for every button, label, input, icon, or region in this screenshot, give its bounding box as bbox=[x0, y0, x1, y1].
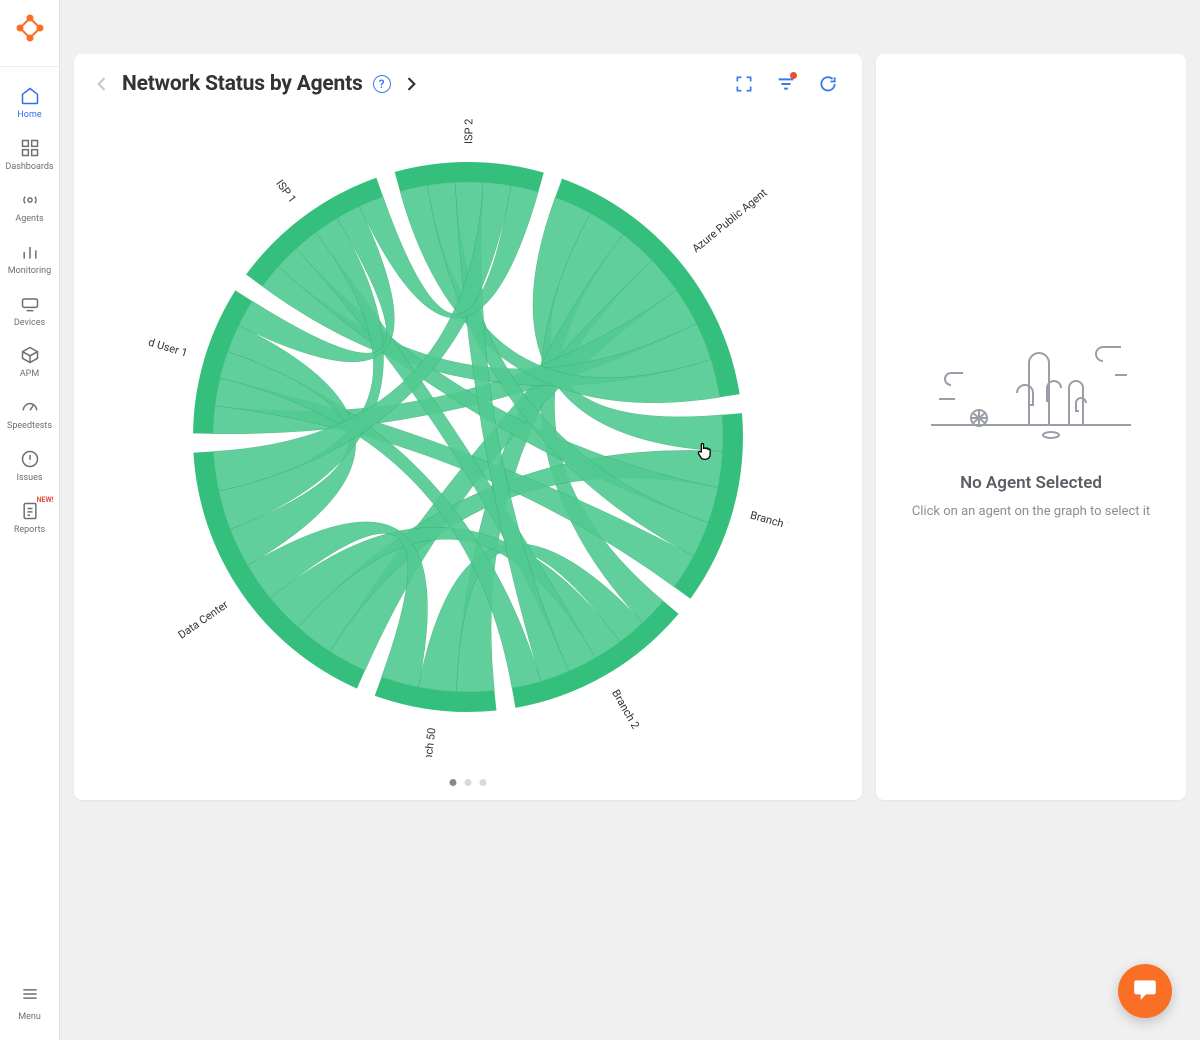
svg-text:Azure Public Agent: Azure Public Agent bbox=[690, 186, 770, 255]
sidebar-item-agents[interactable]: Agents bbox=[0, 181, 60, 233]
cube-icon bbox=[19, 344, 41, 366]
pagination-dots[interactable] bbox=[450, 779, 487, 786]
chord-chart[interactable]: Azure Public Agent Branch 1 Branch 2 Branch… bbox=[74, 104, 862, 770]
menu-button[interactable]: Menu bbox=[0, 972, 60, 1040]
page-dot-3[interactable] bbox=[480, 779, 487, 786]
page-title: Network Status by Agents bbox=[122, 72, 363, 96]
sidebar-item-label: APM bbox=[20, 370, 39, 380]
svg-text:ISP 2: ISP 2 bbox=[462, 119, 475, 144]
svg-text:Branch 50: Branch 50 bbox=[420, 727, 439, 757]
sidebar-item-reports[interactable]: NEW! Reports bbox=[0, 492, 60, 544]
svg-text:ISP 1: ISP 1 bbox=[273, 177, 299, 205]
sidebar-item-apm[interactable]: APM bbox=[0, 336, 60, 388]
sidebar-item-label: Devices bbox=[14, 319, 45, 329]
svg-text:Data Center: Data Center bbox=[176, 598, 231, 642]
help-icon[interactable]: ? bbox=[373, 75, 391, 93]
page-dot-1[interactable] bbox=[450, 779, 457, 786]
sidebar: Home Dashboards Agents Monitoring Device… bbox=[0, 0, 60, 1040]
sidebar-item-label: Dashboards bbox=[5, 163, 53, 173]
filter-button[interactable] bbox=[770, 68, 802, 100]
device-icon bbox=[19, 293, 41, 315]
radio-icon bbox=[19, 189, 41, 211]
empty-state-icon bbox=[931, 333, 1131, 443]
sidebar-item-label: Monitoring bbox=[8, 267, 51, 277]
sidebar-item-label: Agents bbox=[15, 215, 43, 225]
next-button[interactable] bbox=[401, 74, 421, 94]
card-header: Network Status by Agents ? bbox=[74, 54, 862, 106]
empty-state-subtitle: Click on an agent on the graph to select… bbox=[912, 503, 1150, 521]
app-logo-icon bbox=[14, 12, 46, 44]
sidebar-item-speedtests[interactable]: Speedtests bbox=[0, 388, 60, 440]
svg-text:End User 1: End User 1 bbox=[148, 332, 189, 359]
chat-icon bbox=[1132, 976, 1158, 1006]
refresh-button[interactable] bbox=[812, 68, 844, 100]
sidebar-item-label: Speedtests bbox=[7, 422, 52, 432]
sidebar-item-monitoring[interactable]: Monitoring bbox=[0, 233, 60, 285]
page-dot-2[interactable] bbox=[465, 779, 472, 786]
home-icon bbox=[19, 85, 41, 107]
dashboard-icon bbox=[19, 137, 41, 159]
menu-label: Menu bbox=[18, 1012, 41, 1022]
sidebar-item-dashboards[interactable]: Dashboards bbox=[0, 129, 60, 181]
sidebar-item-label: Issues bbox=[16, 474, 42, 484]
chart-card: Network Status by Agents ? Azure bbox=[74, 54, 862, 800]
chat-button[interactable] bbox=[1118, 964, 1172, 1018]
prev-button[interactable] bbox=[92, 74, 112, 94]
svg-text:Branch 1: Branch 1 bbox=[749, 509, 788, 533]
filter-alert-dot bbox=[790, 72, 797, 79]
empty-state-title: No Agent Selected bbox=[960, 473, 1102, 493]
sidebar-item-home[interactable]: Home bbox=[0, 77, 60, 129]
sidebar-item-label: Reports bbox=[14, 526, 45, 536]
new-badge: NEW! bbox=[37, 496, 54, 504]
expand-button[interactable] bbox=[728, 68, 760, 100]
top-strip bbox=[60, 0, 1200, 54]
hamburger-icon bbox=[20, 984, 40, 1008]
sidebar-item-label: Home bbox=[17, 111, 41, 121]
bars-icon bbox=[19, 241, 41, 263]
alert-icon bbox=[19, 448, 41, 470]
sidebar-item-issues[interactable]: Issues bbox=[0, 440, 60, 492]
gauge-icon bbox=[19, 396, 41, 418]
content-area: Network Status by Agents ? Azure bbox=[60, 0, 1200, 1040]
svg-text:Branch 2: Branch 2 bbox=[609, 687, 642, 731]
sidebar-item-devices[interactable]: Devices bbox=[0, 285, 60, 337]
detail-panel: No Agent Selected Click on an agent on t… bbox=[876, 54, 1186, 800]
